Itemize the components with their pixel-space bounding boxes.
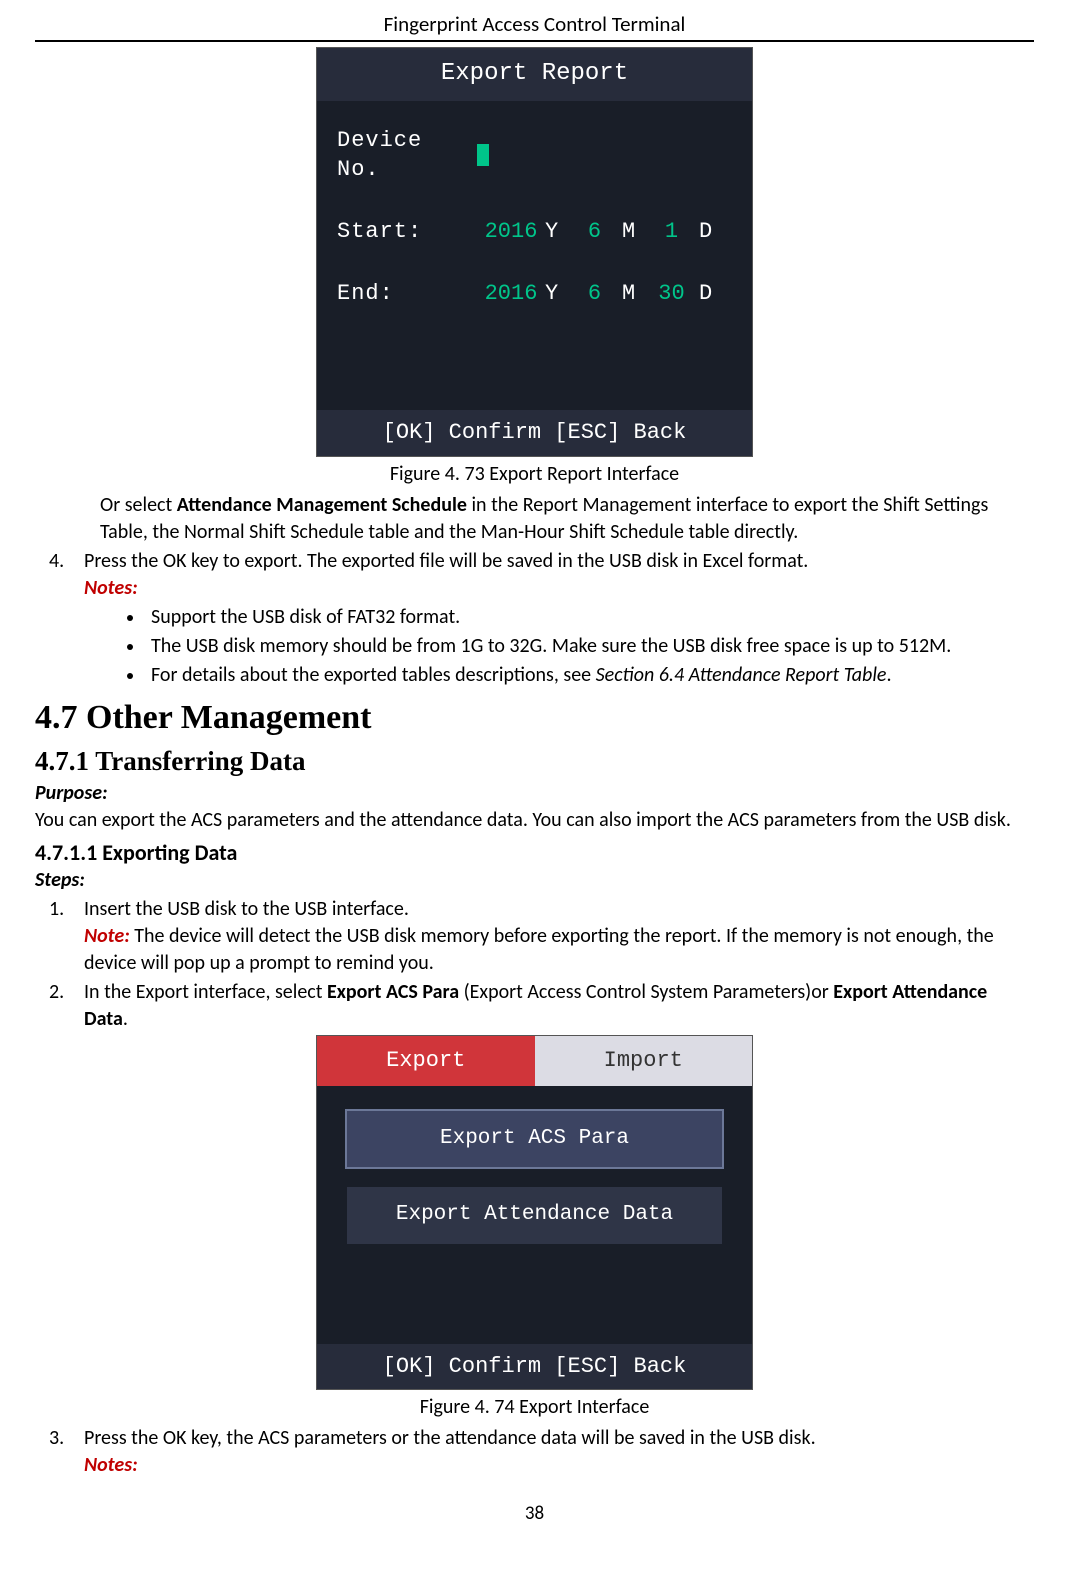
figure-number: Figure 4. 73 — [390, 462, 485, 486]
notes-label: Notes: — [84, 576, 138, 600]
device-title-bar: Export Report — [317, 48, 752, 100]
text-fragment: . — [886, 663, 891, 687]
text-fragment: For details about the exported tables de… — [151, 663, 596, 687]
device-no-label: Device No. — [337, 126, 477, 185]
bold-term: Attendance Management Schedule — [177, 493, 467, 517]
option-export-attendance-data[interactable]: Export Attendance Data — [347, 1187, 722, 1243]
heading-other-management: 4.7 Other Management — [35, 695, 1034, 741]
figure-export-report-device: Export Report Device No. Start: 2016 Y 6… — [316, 47, 753, 457]
day-unit: D — [699, 217, 721, 247]
year-unit: Y — [545, 217, 567, 247]
note-text: The device will detect the USB disk memo… — [84, 924, 994, 975]
steps-label: Steps: — [35, 867, 1034, 894]
end-day-value[interactable]: 30 — [644, 279, 699, 309]
step-text: Press the OK key, the ACS parameters or … — [84, 1426, 816, 1450]
note-bullet: Support the USB disk of FAT32 format. — [145, 604, 1034, 631]
day-unit: D — [699, 279, 721, 309]
device-no-input-cursor[interactable] — [477, 144, 489, 166]
end-year-value[interactable]: 2016 — [477, 279, 545, 309]
step-number: 3. — [35, 1425, 84, 1479]
heading-transferring-data: 4.7.1 Transferring Data — [35, 743, 1034, 779]
text-fragment: In the Export interface, select — [84, 980, 327, 1004]
step-number: 4. — [35, 548, 84, 602]
start-label: Start: — [337, 217, 477, 247]
end-month-value[interactable]: 6 — [567, 279, 622, 309]
step-number: 2. — [35, 979, 84, 1033]
page-number: 38 — [35, 1501, 1034, 1527]
heading-exporting-data: 4.7.1.1 Exporting Data — [35, 838, 1034, 868]
header-divider — [35, 40, 1034, 42]
tab-import[interactable]: Import — [535, 1036, 753, 1086]
figure-caption-73: Figure 4. 73 Export Report Interface — [35, 461, 1034, 488]
step-1-item: 1. Insert the USB disk to the USB interf… — [35, 896, 1034, 977]
step-3-item: 3. Press the OK key, the ACS parameters … — [35, 1425, 1034, 1479]
month-unit: M — [622, 217, 644, 247]
bold-term: Export ACS Para — [327, 980, 459, 1004]
option-export-acs-para[interactable]: Export ACS Para — [347, 1111, 722, 1167]
text-fragment: (Export Access Control System Parameters… — [459, 980, 833, 1004]
step-text: Press the OK key to export. The exported… — [84, 549, 808, 573]
notes-bullets: Support the USB disk of FAT32 format. Th… — [35, 604, 1034, 689]
section-reference: Section 6.4 Attendance Report Table — [596, 663, 887, 687]
step-text: Insert the USB disk to the USB interface… — [84, 897, 409, 921]
end-label: End: — [337, 279, 477, 309]
start-year-value[interactable]: 2016 — [477, 217, 545, 247]
year-unit: Y — [545, 279, 567, 309]
step-2-item: 2. In the Export interface, select Expor… — [35, 979, 1034, 1033]
month-unit: M — [622, 279, 644, 309]
figure-title: Export Report Interface — [489, 462, 679, 486]
device-footer-hint: [OK] Confirm [ESC] Back — [317, 410, 752, 456]
note-bullet: For details about the exported tables de… — [145, 662, 1034, 689]
paragraph-after-figure: Or select Attendance Management Schedule… — [100, 492, 1034, 546]
notes-label: Notes: — [84, 1453, 138, 1477]
figure-title: Export Interface — [519, 1395, 649, 1419]
figure-export-interface-device: Export Import Export ACS Para Export Att… — [316, 1035, 753, 1390]
purpose-text: You can export the ACS parameters and th… — [35, 807, 1034, 834]
purpose-label: Purpose: — [35, 780, 1034, 807]
step-4-item: 4. Press the OK key to export. The expor… — [35, 548, 1034, 602]
note-bullet: The USB disk memory should be from 1G to… — [145, 633, 1034, 660]
figure-caption-74: Figure 4. 74 Export Interface — [35, 1394, 1034, 1421]
running-header: Fingerprint Access Control Terminal — [35, 10, 1034, 40]
text-fragment: . — [123, 1007, 128, 1031]
start-month-value[interactable]: 6 — [567, 217, 622, 247]
tab-export[interactable]: Export — [317, 1036, 535, 1086]
text-fragment: Or select — [100, 493, 177, 517]
device-footer-hint: [OK] Confirm [ESC] Back — [317, 1344, 752, 1390]
step-number: 1. — [35, 896, 84, 977]
figure-number: Figure 4. 74 — [420, 1395, 515, 1419]
note-label: Note: — [84, 924, 130, 948]
start-day-value[interactable]: 1 — [644, 217, 699, 247]
